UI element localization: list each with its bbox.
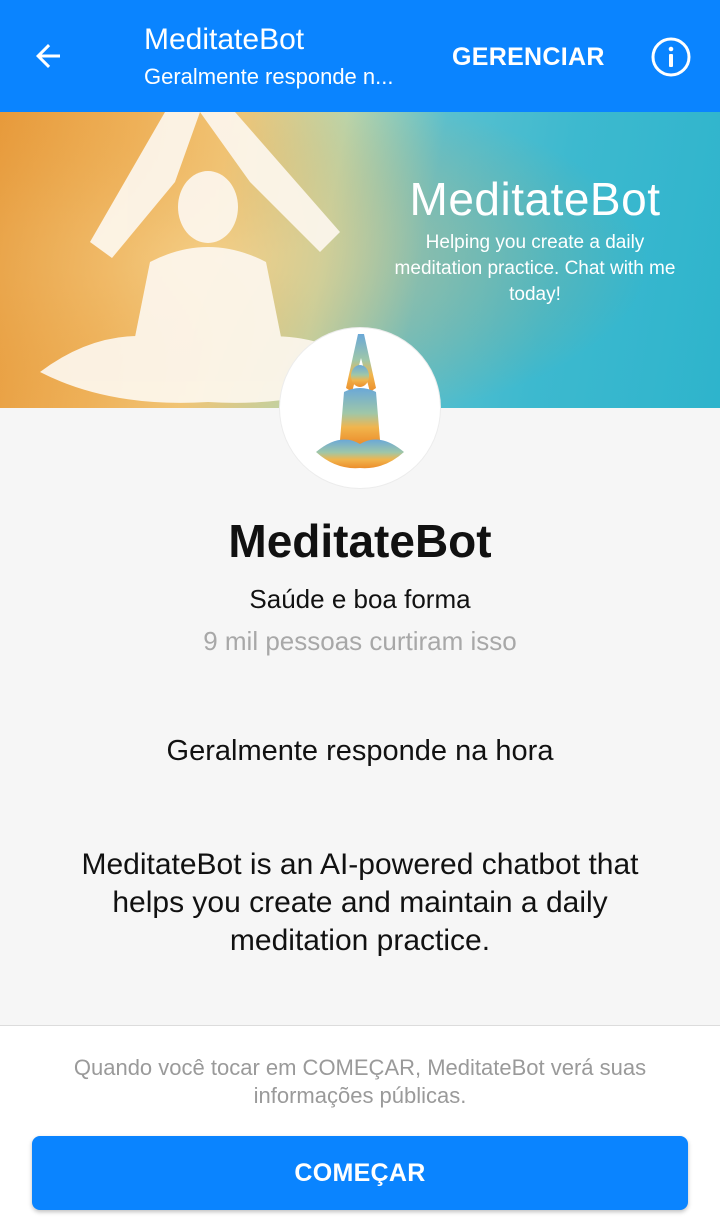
- info-icon: [651, 37, 691, 77]
- response-time: Geralmente responde na hora: [166, 735, 554, 767]
- banner-title: MeditateBot: [409, 173, 661, 225]
- start-button[interactable]: COMEÇAR: [32, 1136, 688, 1210]
- title-block: MeditateBot Geralmente responde n...: [144, 22, 424, 92]
- app-bar: MeditateBot Geralmente responde n... GER…: [0, 0, 720, 112]
- arrow-left-icon: [36, 44, 60, 68]
- meditation-avatar-icon: [316, 334, 404, 469]
- back-button[interactable]: [22, 32, 74, 80]
- bot-description: MeditateBot is an AI-powered chatbot tha…: [81, 848, 639, 957]
- profile-avatar: [280, 328, 440, 488]
- privacy-disclaimer: Quando você tocar em COMEÇAR, MeditateBo…: [73, 1055, 647, 1108]
- likes-count: 9 mil pessoas curtiram isso: [203, 626, 517, 656]
- footer: Quando você tocar em COMEÇAR, MeditateBo…: [0, 1025, 720, 1232]
- bot-category: Saúde e boa forma: [249, 584, 471, 614]
- banner-tagline: Helping you create a daily meditation pr…: [394, 232, 676, 305]
- manage-button[interactable]: GERENCIAR: [452, 36, 605, 78]
- info-button[interactable]: [650, 36, 692, 78]
- app-bar-subtitle: Geralmente responde n...: [144, 64, 394, 89]
- bot-name: MeditateBot: [228, 515, 492, 567]
- app-bar-title: MeditateBot: [144, 23, 305, 56]
